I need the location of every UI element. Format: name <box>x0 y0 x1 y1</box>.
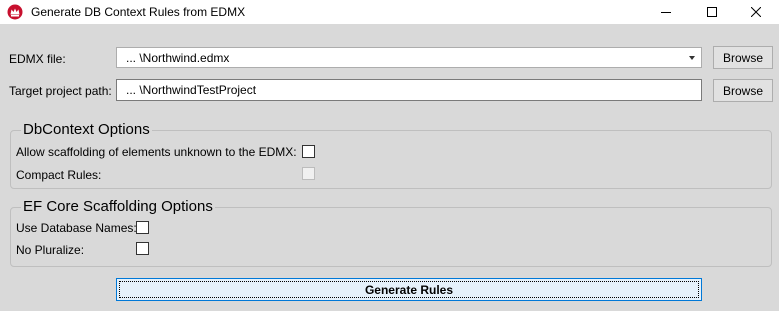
allow-unknown-checkbox[interactable] <box>302 145 315 158</box>
maximize-button[interactable] <box>689 0 735 24</box>
target-path-input[interactable]: ... \NorthwindTestProject <box>116 79 702 101</box>
use-db-names-label: Use Database Names: <box>16 221 137 235</box>
minimize-icon <box>661 12 671 13</box>
allow-unknown-label: Allow scaffolding of elements unknown to… <box>16 145 297 159</box>
close-icon <box>751 7 761 17</box>
browse-edmx-button[interactable]: Browse <box>713 46 773 69</box>
no-pluralize-label: No Pluralize: <box>16 243 85 257</box>
title-bar: Generate DB Context Rules from EDMX <box>0 0 779 24</box>
edmx-file-value: ... \Northwind.edmx <box>126 51 230 65</box>
focus-rectangle <box>119 281 699 298</box>
compact-rules-checkbox[interactable] <box>302 167 315 180</box>
browse-target-button[interactable]: Browse <box>713 79 773 102</box>
efcore-options-group <box>10 207 772 267</box>
close-button[interactable] <box>733 0 779 24</box>
maximize-icon <box>707 7 717 17</box>
edmx-file-label: EDMX file: <box>9 52 66 66</box>
generate-rules-button[interactable]: Generate Rules <box>116 278 702 301</box>
edmx-file-combobox[interactable]: ... \Northwind.edmx <box>116 47 702 68</box>
efcore-options-title: EF Core Scaffolding Options <box>21 198 215 215</box>
use-db-names-checkbox[interactable] <box>136 221 149 234</box>
window-title: Generate DB Context Rules from EDMX <box>31 5 246 19</box>
target-path-label: Target project path: <box>9 84 112 98</box>
compact-rules-label: Compact Rules: <box>16 168 102 182</box>
app-logo-icon <box>7 4 23 20</box>
dbcontext-options-group <box>10 130 772 189</box>
no-pluralize-checkbox[interactable] <box>136 242 149 255</box>
chevron-down-icon[interactable] <box>689 56 695 60</box>
dbcontext-options-title: DbContext Options <box>21 121 152 138</box>
target-path-value: ... \NorthwindTestProject <box>126 83 257 97</box>
minimize-button[interactable] <box>643 0 689 24</box>
